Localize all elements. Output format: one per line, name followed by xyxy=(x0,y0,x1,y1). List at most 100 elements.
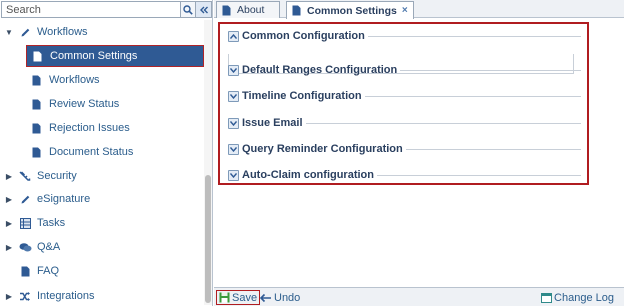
chevron-up-icon xyxy=(230,33,237,39)
section-divider xyxy=(377,174,581,176)
sidebar-item-integrations[interactable]: ▶ Integrations xyxy=(4,285,95,306)
sidebar-item-faq[interactable]: FAQ xyxy=(18,260,59,282)
save-icon xyxy=(219,292,230,303)
sidebar-item-label: Q&A xyxy=(37,241,61,253)
search-button[interactable] xyxy=(180,1,196,18)
document-icon xyxy=(29,123,43,134)
close-icon[interactable]: × xyxy=(402,5,408,16)
section-divider xyxy=(364,95,581,97)
caret-right-icon: ▶ xyxy=(5,171,13,181)
section-title: Default Ranges Configuration xyxy=(242,64,398,76)
document-icon xyxy=(29,75,43,86)
window-icon xyxy=(541,292,553,303)
sidebar-item-label: Integrations xyxy=(37,290,95,302)
caret-right-icon: ▶ xyxy=(5,218,13,228)
sidebar-item-label: Security xyxy=(37,170,77,182)
sidebar-item-common-settings[interactable]: Common Settings xyxy=(26,45,204,67)
double-chevron-left-icon xyxy=(199,6,208,13)
caret-right-icon: ▶ xyxy=(5,291,13,301)
chevron-down-icon xyxy=(230,172,237,178)
search-input[interactable] xyxy=(1,1,180,18)
sidebar-item-document-status[interactable]: Document Status xyxy=(29,141,133,163)
sidebar-item-rejection-issues[interactable]: Rejection Issues xyxy=(29,117,130,139)
sidebar-item-tasks[interactable]: ▶ Tasks xyxy=(4,212,65,234)
tab-common-settings[interactable]: Common Settings × xyxy=(286,1,414,19)
expand-section-toggle[interactable] xyxy=(228,90,239,102)
expand-section-toggle[interactable] xyxy=(228,169,239,181)
tab-label: About xyxy=(237,4,265,16)
sidebar-item-review-status[interactable]: Review Status xyxy=(29,93,119,115)
sidebar-item-workflows[interactable]: Workflows xyxy=(29,69,100,91)
sidebar-item-label: eSignature xyxy=(37,193,91,205)
sidebar-item-security[interactable]: ▶ Security xyxy=(4,165,77,187)
collapse-section-toggle[interactable] xyxy=(228,30,239,42)
chat-icon xyxy=(18,242,32,253)
sidebar-item-label: FAQ xyxy=(37,265,60,277)
pencil-icon xyxy=(18,27,32,38)
main-panel: Common Configuration Default Ranges Conf… xyxy=(214,19,624,287)
caret-right-icon: ▶ xyxy=(5,242,13,252)
search-icon xyxy=(183,4,193,15)
sidebar-item-workflows-group[interactable]: ▼ Workflows xyxy=(4,21,88,43)
section-title: Timeline Configuration xyxy=(242,90,362,102)
undo-arrow-icon xyxy=(260,293,272,303)
sidebar-item-label: Rejection Issues xyxy=(49,122,130,134)
chevron-down-icon xyxy=(230,146,237,152)
expand-section-toggle[interactable] xyxy=(228,64,239,76)
chevron-down-icon xyxy=(230,120,237,126)
sidebar-item-label: Workflows xyxy=(49,74,100,86)
section-divider xyxy=(305,122,581,124)
section-timeline-configuration: Timeline Configuration xyxy=(228,89,581,103)
chevron-down-icon xyxy=(230,93,237,99)
section-query-reminder-configuration: Query Reminder Configuration xyxy=(228,142,581,156)
sidebar-item-qa[interactable]: ▶ Q&A xyxy=(4,236,60,258)
chevron-down-icon xyxy=(230,67,237,73)
tab-bar: About Common Settings × xyxy=(214,0,624,19)
document-icon xyxy=(29,99,43,110)
section-title: Common Configuration xyxy=(242,30,365,42)
change-log-label: Change Log xyxy=(554,291,614,304)
caret-right-icon: ▶ xyxy=(5,194,13,204)
section-title: Query Reminder Configuration xyxy=(242,143,403,155)
sidebar-scrollbar-thumb[interactable] xyxy=(205,175,211,303)
section-default-ranges-configuration: Default Ranges Configuration xyxy=(228,63,581,77)
sidebar-item-label: Review Status xyxy=(49,98,120,110)
pencil-icon xyxy=(18,194,32,205)
document-icon xyxy=(292,5,301,16)
expand-section-toggle[interactable] xyxy=(228,143,239,155)
expand-section-toggle[interactable] xyxy=(228,117,239,129)
collapse-sidebar-button[interactable] xyxy=(196,1,212,18)
bottom-toolbar: Save Undo Change Log xyxy=(214,287,624,306)
configuration-sections-box: Common Configuration Default Ranges Conf… xyxy=(218,22,589,185)
shuffle-icon xyxy=(18,291,32,302)
sidebar-item-label: Document Status xyxy=(49,146,134,158)
save-button[interactable]: Save xyxy=(216,290,261,305)
section-divider xyxy=(367,35,581,37)
sidebar: ▼ Workflows Common Settings Workflows Re… xyxy=(0,0,213,306)
tab-label: Common Settings xyxy=(307,4,397,17)
section-divider xyxy=(400,69,581,71)
section-title: Issue Email xyxy=(242,117,303,129)
search-row xyxy=(1,1,212,18)
section-auto-claim-configuration: Auto-Claim configuration xyxy=(228,168,581,182)
section-divider xyxy=(405,148,581,150)
list-icon xyxy=(18,217,32,229)
document-icon xyxy=(18,266,32,277)
section-common-configuration: Common Configuration xyxy=(228,29,581,43)
section-title: Auto-Claim configuration xyxy=(242,169,374,181)
save-label: Save xyxy=(232,291,258,304)
document-icon xyxy=(222,5,231,16)
sidebar-item-label: Common Settings xyxy=(50,50,138,62)
document-icon xyxy=(29,147,43,158)
section-issue-email: Issue Email xyxy=(228,116,581,130)
caret-down-icon: ▼ xyxy=(5,27,13,37)
sidebar-item-label: Workflows xyxy=(37,26,88,38)
tab-about[interactable]: About xyxy=(216,1,280,18)
sidebar-item-label: Tasks xyxy=(37,217,66,229)
key-icon xyxy=(18,170,32,182)
undo-button[interactable]: Undo xyxy=(260,290,300,305)
document-icon xyxy=(30,51,44,62)
undo-label: Undo xyxy=(274,291,301,304)
sidebar-item-esignature[interactable]: ▶ eSignature xyxy=(4,188,90,210)
change-log-button[interactable]: Change Log xyxy=(541,290,614,305)
